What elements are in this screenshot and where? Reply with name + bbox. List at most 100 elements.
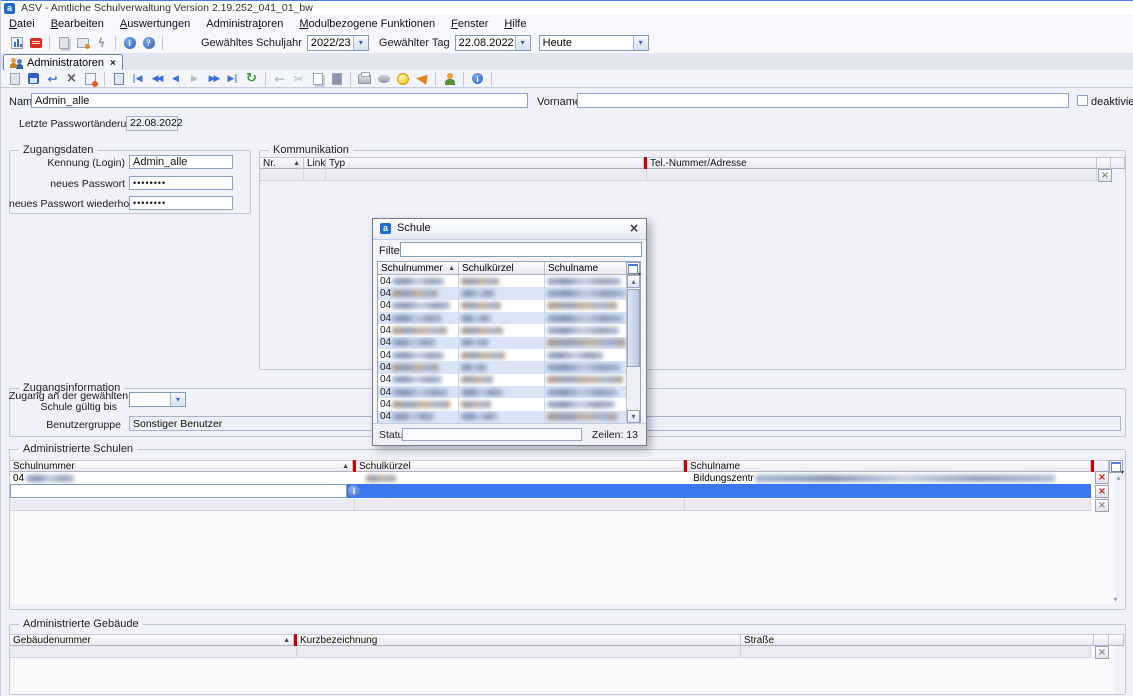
scroll-down-icon[interactable]: ▾ <box>1109 594 1122 605</box>
admin-schulen-empty-cell[interactable] <box>10 499 355 511</box>
delete-record-icon[interactable]: × <box>62 71 81 86</box>
neues-passwort-input[interactable]: •••••••• <box>129 176 233 190</box>
copy-module-icon[interactable] <box>54 35 73 50</box>
schule-row[interactable]: 04 <box>378 361 628 373</box>
menu-item-datei[interactable]: Datei <box>1 18 43 30</box>
undo-icon[interactable]: ↩ <box>43 71 62 86</box>
schule-row[interactable]: 04 <box>378 386 628 398</box>
schule-row[interactable]: 04 <box>378 398 628 410</box>
gueltig-bis-select[interactable]: ▾ <box>129 392 186 407</box>
delete-row-button[interactable]: × <box>1095 499 1109 512</box>
schule-row[interactable]: 04 <box>378 337 628 349</box>
first-record-icon[interactable]: |◀ <box>128 71 147 86</box>
help2-icon[interactable]: i <box>468 71 487 86</box>
dialog-title-bar[interactable]: a Schule × <box>373 219 646 240</box>
deaktiviert-checkbox[interactable] <box>1077 95 1088 106</box>
chevron-down-icon[interactable]: ▾ <box>170 393 185 406</box>
schulnummer-edit-input[interactable] <box>10 484 347 498</box>
new-record-icon[interactable] <box>5 71 24 86</box>
tab-administratoren[interactable]: Administratoren × <box>3 54 123 71</box>
last-record-icon[interactable]: ▶| <box>223 71 242 86</box>
scroll-up-icon[interactable]: ▴ <box>1112 472 1125 483</box>
heute-select[interactable]: Heute▾ <box>539 35 649 51</box>
preview-icon[interactable] <box>374 71 393 86</box>
schuljahr-select[interactable]: 2022/23▾ <box>307 35 369 51</box>
col-schulname[interactable]: Schulname <box>545 262 628 275</box>
delete-row-button[interactable]: × <box>1095 471 1109 484</box>
copy-icon[interactable] <box>308 71 327 86</box>
schule-row[interactable]: 04 <box>378 374 628 386</box>
col-schulnummer[interactable]: Schulnummer▲ <box>378 262 459 275</box>
admin-gebaeude-empty-cell[interactable] <box>297 646 741 658</box>
hint-icon[interactable] <box>393 71 412 86</box>
edit-form-icon[interactable] <box>81 71 100 86</box>
cut-icon[interactable]: ✂ <box>289 71 308 86</box>
refresh-icon[interactable]: ↻ <box>242 71 261 86</box>
admin-schulen-empty-cell[interactable] <box>355 499 685 511</box>
admin-gebaeude-empty-cell[interactable] <box>10 646 297 658</box>
menu-item-hilfe[interactable]: Hilfe <box>496 18 534 30</box>
col-typ[interactable]: Typ <box>326 157 644 169</box>
schule-row[interactable]: 04 <box>378 287 628 299</box>
kommunikation-empty-cell[interactable] <box>304 169 326 181</box>
fast-forward-icon[interactable]: ▶▶ <box>204 71 223 86</box>
col-kurzbezeichnung[interactable]: Kurzbezeichnung <box>297 634 741 646</box>
menu-item-bearbeiten[interactable]: Bearbeiten <box>43 18 112 30</box>
quick-action-icon[interactable]: ϟ <box>92 35 111 50</box>
reports-icon[interactable] <box>7 35 26 50</box>
chevron-down-icon[interactable]: ▾ <box>515 36 530 50</box>
next-record-icon[interactable]: ▶ <box>185 71 204 86</box>
col-gebaeudenummer[interactable]: Gebäudenummer▲ <box>10 634 294 646</box>
admin-schulen-empty-cell[interactable] <box>685 499 1091 511</box>
col-strasse[interactable]: Straße <box>741 634 1094 646</box>
delete-row-button[interactable]: × <box>1095 485 1109 498</box>
col-schulnummer[interactable]: Schulnummer▲ <box>10 460 353 472</box>
menu-item-auswertungen[interactable]: Auswertungen <box>112 18 198 30</box>
new-window-icon[interactable] <box>73 35 92 50</box>
fast-back-icon[interactable]: ◀◀ <box>147 71 166 86</box>
messages-icon[interactable] <box>26 35 45 50</box>
col-tel[interactable]: Tel.-Nummer/Adresse <box>647 157 1097 169</box>
schule-row[interactable]: 04 <box>378 411 628 423</box>
menu-item-modulbezogene-funktionen[interactable]: Modulbezogene Funktionen <box>291 18 443 30</box>
schule-row[interactable]: 04 <box>378 349 628 361</box>
kennung-input[interactable] <box>129 155 233 169</box>
passwort-wiederholen-input[interactable]: •••••••• <box>129 196 233 210</box>
tag-select[interactable]: 22.08.2022▾ <box>455 35 531 51</box>
scroll-down-icon[interactable]: ▾ <box>627 410 640 423</box>
paste-icon[interactable] <box>327 71 346 86</box>
scrollbar-thumb[interactable] <box>627 289 640 367</box>
vorname-input[interactable] <box>577 93 1069 108</box>
col-schulkuerzel[interactable]: Schulkürzel <box>356 460 684 472</box>
chevron-down-icon[interactable]: ▾ <box>633 36 648 50</box>
chevron-down-icon[interactable]: ▾ <box>353 36 368 50</box>
user-icon[interactable] <box>440 71 459 86</box>
save-icon[interactable] <box>24 71 43 86</box>
menu-item-administratoren[interactable]: Administratoren <box>198 18 291 30</box>
delete-row-button[interactable]: × <box>1098 169 1112 182</box>
col-schulname[interactable]: Schulname <box>687 460 1091 472</box>
schule-row[interactable]: 04 <box>378 312 628 324</box>
info-icon[interactable]: i <box>120 35 139 50</box>
schule-row[interactable]: 04 <box>378 324 628 336</box>
filter-input[interactable] <box>400 242 642 257</box>
record-list-icon[interactable] <box>109 71 128 86</box>
filter-icon[interactable] <box>412 71 431 86</box>
col-schulkuerzel[interactable]: Schulkürzel <box>459 262 545 275</box>
back-icon[interactable]: ← <box>270 71 289 86</box>
help-icon[interactable]: ? <box>139 35 158 50</box>
schule-table-scrollbar[interactable]: ▴ ▾ <box>626 275 640 423</box>
schule-row[interactable]: 04 <box>378 300 628 312</box>
dialog-close-icon[interactable]: × <box>629 221 639 235</box>
column-picker-button[interactable] <box>626 262 640 275</box>
col-nr[interactable]: Nr.▲ <box>260 157 304 169</box>
kommunikation-empty-cell[interactable] <box>260 169 304 181</box>
scroll-up-icon[interactable]: ▴ <box>627 275 640 288</box>
prev-record-icon[interactable]: ◀ <box>166 71 185 86</box>
kommunikation-empty-cell[interactable] <box>647 169 1097 181</box>
menu-item-fenster[interactable]: Fenster <box>443 18 496 30</box>
col-link[interactable]: Link <box>304 157 326 169</box>
print-icon[interactable] <box>355 71 374 86</box>
tab-close-icon[interactable]: × <box>110 58 116 69</box>
kommunikation-empty-cell[interactable] <box>326 169 647 181</box>
